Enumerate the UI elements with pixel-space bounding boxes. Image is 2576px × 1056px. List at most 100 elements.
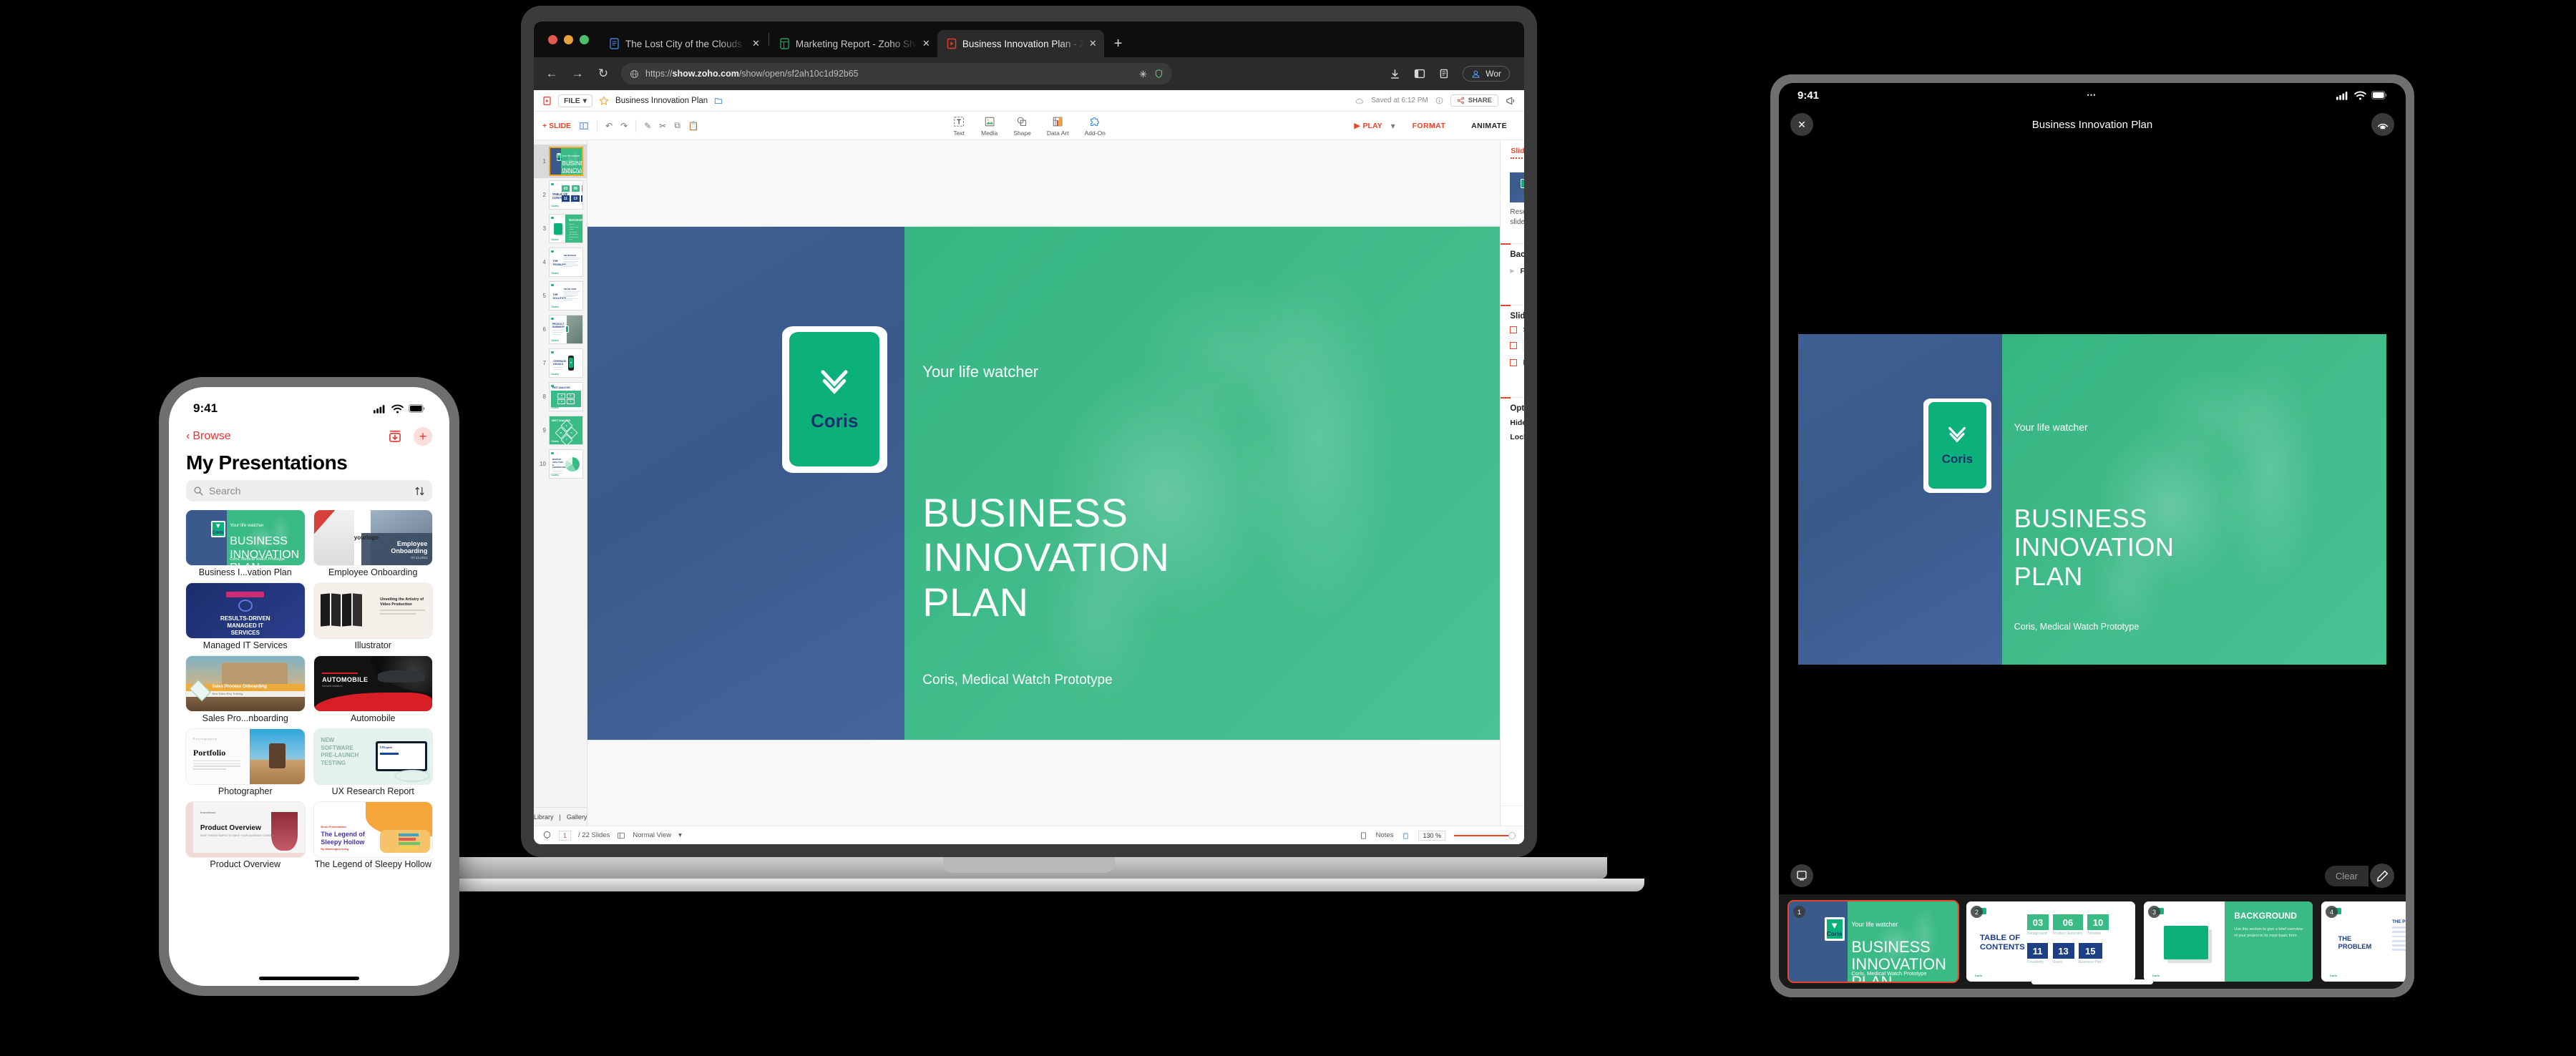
star-icon[interactable] [599,95,609,106]
paint-format-icon[interactable]: ✎ [644,121,651,131]
tablet-slide-thumbnail[interactable]: 2 TABLE OF CONTENTS 03 Background 06 Prod… [1966,901,2135,982]
cut-icon[interactable]: ✂ [659,121,666,131]
slide-thumbnail-preview[interactable]: TABLE OFCONTENTS 03 Background 06 Produc… [549,180,584,210]
add-slide-button[interactable]: + SLIDE [542,122,571,130]
list-item[interactable]: ▼ Coris Your life watcher BUSINESS INNOVA… [186,510,305,577]
tab-format[interactable]: FORMAT [1404,114,1455,137]
show-slide-number-checkbox[interactable] [1510,326,1518,333]
hide-slide-option[interactable]: Hide Slide ( During Slideshow ) [1510,419,1524,427]
add-presentation-button[interactable]: + [414,427,432,446]
presentation-thumbnail[interactable]: AUTOMOBILE Newest Addition [313,656,432,711]
tab-animate[interactable]: ANIMATE [1463,114,1516,137]
slide-thumbnail-preview[interactable]: ▼ Coris Your life watcher BUSINESSINNOVA… [549,147,584,176]
profile-button[interactable]: Wor [1463,66,1510,82]
file-menu-button[interactable]: FILE ▾ [558,94,593,107]
current-slide-number[interactable]: 1 [559,830,572,841]
layout-thumbnail[interactable] [1510,172,1524,202]
zoom-slider-knob[interactable] [1508,831,1516,839]
edit-master-slide-button[interactable]: Edit Master Slide [1501,806,1524,826]
slide-navigator[interactable]: 1 ▼ Coris Your life watcher BUSINESSINNO… [534,140,588,826]
date-value-row[interactable] [1510,373,1524,386]
view-mode-label[interactable]: Normal View [633,831,671,839]
presentation-thumbnail[interactable]: RESULTS-DRIVEN MANAGED IT SERVICES [186,583,305,638]
slide-canvas-area[interactable]: Coris Your life watcher BUSINESS INNOVAT… [587,140,1501,826]
window-traffic-lights[interactable] [544,21,600,57]
presentation-thumbnail[interactable]: Book Presentation The Legend of Sleepy Ho… [313,802,432,857]
slide-thumbnail-preview[interactable]: BACKGROUND Use this section to give a br… [549,214,584,243]
presentation-thumbnail[interactable]: Sales Process Onboarding New Sales Rep T… [186,656,305,711]
slide-thumbnail-preview[interactable]: PRODUCT SUMMARY Coris [549,315,584,344]
browser-tab-2[interactable]: Marketing Report - Zoho Sheet ✕ [771,30,937,57]
tablet-slide-thumbnail[interactable]: 1 ▼ Coris Your life watcher BUSINESS INNO… [1787,900,1959,983]
presentation-thumbnail[interactable]: brandname Product Overview KEEP THINGS S… [186,802,305,857]
chevron-down-icon[interactable]: ▾ [1391,121,1395,131]
download-icon[interactable] [1389,68,1401,80]
presentation-thumbnail[interactable]: NEW SOFTWARE PRE-LAUNCH TESTING UIExpert [313,729,432,784]
show-slide-number-row[interactable]: Show Slide Number [1510,326,1524,334]
undo-icon[interactable]: ↶ [605,121,613,131]
slide-thumbnail-preview[interactable]: SWOT ANALYSIS SWOT Coris [549,416,584,445]
slide-thumbnail-list[interactable]: 1 ▼ Coris Your life watcher BUSINESSINNO… [534,140,587,807]
close-button[interactable]: ✕ [1790,113,1813,136]
slide-thumbnail-row[interactable]: 2 TABLE OFCONTENTS 03 Background 06 Prod… [534,178,587,212]
slide-thumbnail-preview[interactable]: THE PROBLEM THE PROBLEM Coris [549,248,584,277]
slide-title[interactable]: BUSINESS INNOVATION PLAN [922,490,1169,625]
move-to-folder-icon[interactable] [714,96,723,105]
tablet-thumbnail-strip[interactable]: 1 ▼ Coris Your life watcher BUSINESS INNO… [1779,894,2406,989]
slide-thumbnail-row[interactable]: 10 MARKET ANALYSIS & COMPETITION Coris [534,447,587,481]
footer-message-input[interactable] [1523,339,1524,351]
shield-icon[interactable] [1154,69,1163,79]
list-item[interactable]: Unveiling the Artistry of Video Producti… [313,583,432,650]
insert-data-art-button[interactable]: Data Art [1047,115,1069,137]
document-title[interactable]: Business Innovation Plan [615,97,708,105]
insert-shape-button[interactable]: Shape [1013,115,1031,137]
share-button[interactable]: SHARE [1450,94,1498,107]
presentation-grid[interactable]: ▼ Coris Your life watcher BUSINESS INNOVA… [169,510,449,986]
footer-message-row[interactable] [1510,339,1524,351]
clipboard-icon[interactable] [1438,68,1450,79]
present-button[interactable] [1790,864,1813,887]
slide-thumbnail-row[interactable]: 6 PRODUCT SUMMARY Coris [534,313,587,346]
zoom-slider[interactable] [1454,831,1516,839]
back-button[interactable]: ‹ Browse [186,430,231,443]
presentation-thumbnail[interactable]: yourlogo Employee Onboarding 07.13.2021 [313,510,432,565]
footer-message-checkbox[interactable] [1510,341,1518,349]
layout-icon[interactable] [579,121,589,131]
active-slide[interactable]: Coris Your life watcher BUSINESS INNOVAT… [587,226,1501,740]
paste-icon[interactable]: 📋 [688,121,699,131]
library-button[interactable]: Library [534,813,554,821]
import-icon[interactable] [388,429,402,444]
list-item[interactable]: NEW SOFTWARE PRE-LAUNCH TESTING UIExpert UX… [313,729,432,796]
panel-tab-slide[interactable]: Slide [1511,147,1524,159]
copy-icon[interactable]: ⧉ [674,120,680,131]
slide-thumbnail-row[interactable]: 8 PEST ANALYSIS PEST Coris [534,380,587,414]
slide-thumbnail-preview[interactable]: PEST ANALYSIS PEST Coris [549,382,584,411]
slide-thumbnail-row[interactable]: 5 THE SOLUTION THE SOLUTION Coris [534,279,587,313]
list-item[interactable]: brandname Product Overview KEEP THINGS S… [186,802,305,869]
close-icon[interactable]: ✕ [752,38,760,49]
extensions-icon[interactable] [1138,69,1148,79]
browser-tab-1[interactable]: The Lost City of the Clouds - Zoho Write… [600,30,767,57]
gallery-button[interactable]: Gallery [567,813,587,821]
slide-thumbnail-preview[interactable]: LEVERAGE VISUALS ▼ Coris [549,348,584,378]
chevron-down-icon[interactable]: ▾ [678,831,682,839]
tablet-active-slide[interactable]: Coris Your life watcher BUSINESS INNOVAT… [1798,334,2386,665]
list-item[interactable]: Book Presentation The Legend of Sleepy Ho… [313,802,432,869]
sidebar-icon[interactable] [1414,68,1425,79]
browser-tab-3-active[interactable]: Business Innovation Plan - Zoho Show ✕ [937,30,1104,57]
chevron-right-icon[interactable]: ▶ [1510,268,1514,274]
reload-icon[interactable]: ↻ [595,67,611,81]
presenter-icon[interactable] [542,831,552,840]
slide-thumbnail-row[interactable]: 4 THE PROBLEM THE PROBLEM Coris [534,245,587,279]
forward-icon[interactable]: → [570,67,585,81]
presentation-thumbnail[interactable]: ▼ Coris Your life watcher BUSINESS INNOVA… [186,510,305,565]
slide-thumbnail-row[interactable]: 3 BACKGROUND Use this section to give a … [534,212,587,245]
minimize-window-button[interactable] [564,34,573,44]
info-icon[interactable] [1435,97,1443,104]
play-button[interactable]: ▶ PLAY [1354,122,1382,130]
tablet-slide-thumbnail[interactable]: 3 BACKGROUND Use this section to give a … [2144,901,2313,982]
date-row[interactable]: Date [1510,356,1524,368]
redo-icon[interactable]: ↷ [620,121,628,131]
presentation-thumbnail[interactable]: Photography Portfolio [186,729,305,784]
sort-icon[interactable] [414,486,425,497]
